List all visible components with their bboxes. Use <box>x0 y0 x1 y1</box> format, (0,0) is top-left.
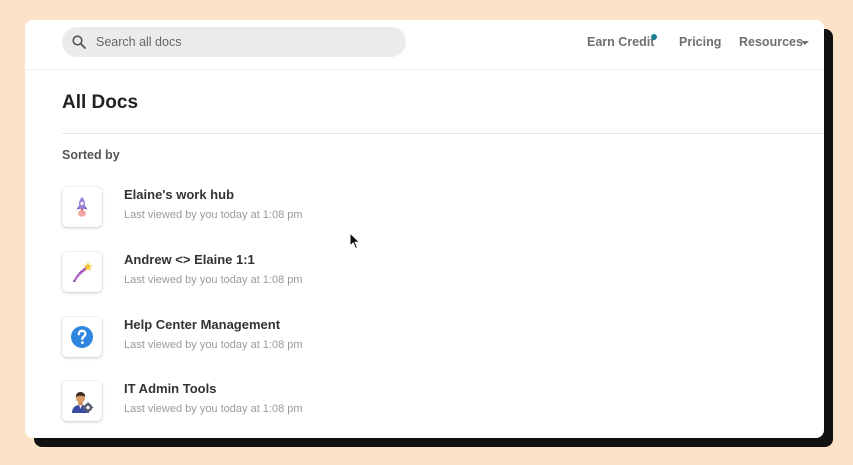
doc-title: IT Admin Tools <box>124 381 217 396</box>
doc-list-item[interactable]: Andrew <> Elaine 1:1 Last viewed by you … <box>62 252 462 296</box>
rocket-icon <box>76 197 88 217</box>
divider <box>62 133 824 134</box>
doc-last-viewed: Last viewed by you today at 1:08 pm <box>124 274 303 286</box>
doc-title: Andrew <> Elaine 1:1 <box>124 252 255 267</box>
page-title: All Docs <box>62 92 139 113</box>
doc-icon-tile <box>62 252 102 292</box>
doc-icon-tile <box>62 187 102 227</box>
earn-credit-link[interactable]: Earn Credit <box>587 35 654 49</box>
search-icon <box>72 35 86 49</box>
shooting-star-icon <box>73 262 93 282</box>
pricing-link[interactable]: Pricing <box>679 35 721 49</box>
doc-icon-tile <box>62 381 102 421</box>
doc-title: Elaine's work hub <box>124 187 235 202</box>
doc-list-item[interactable]: Help Center Management Last viewed by yo… <box>62 317 462 361</box>
doc-title: Help Center Management <box>124 317 281 332</box>
doc-icon-tile <box>62 317 102 357</box>
doc-last-viewed: Last viewed by you today at 1:08 pm <box>124 339 303 351</box>
sort-label[interactable]: Sorted by <box>62 148 120 162</box>
doc-list-item[interactable]: IT Admin Tools Last viewed by you today … <box>62 381 462 425</box>
doc-list-item[interactable]: Elaine's work hub Last viewed by you tod… <box>62 187 462 231</box>
question-mark-icon <box>71 326 93 348</box>
resources-menu[interactable]: Resources <box>739 35 803 49</box>
search-input[interactable]: Search all docs <box>62 27 406 57</box>
search-placeholder: Search all docs <box>96 35 182 49</box>
doc-last-viewed: Last viewed by you today at 1:08 pm <box>124 209 303 221</box>
technician-icon <box>72 392 94 413</box>
doc-last-viewed: Last viewed by you today at 1:08 pm <box>124 403 303 415</box>
top-bar: Search all docs Earn Credit Pricing Reso… <box>25 20 824 70</box>
chevron-down-icon[interactable] <box>801 41 809 45</box>
app-window: Search all docs Earn Credit Pricing Reso… <box>25 20 824 438</box>
notification-dot <box>651 34 657 40</box>
mouse-cursor-icon <box>349 232 361 250</box>
